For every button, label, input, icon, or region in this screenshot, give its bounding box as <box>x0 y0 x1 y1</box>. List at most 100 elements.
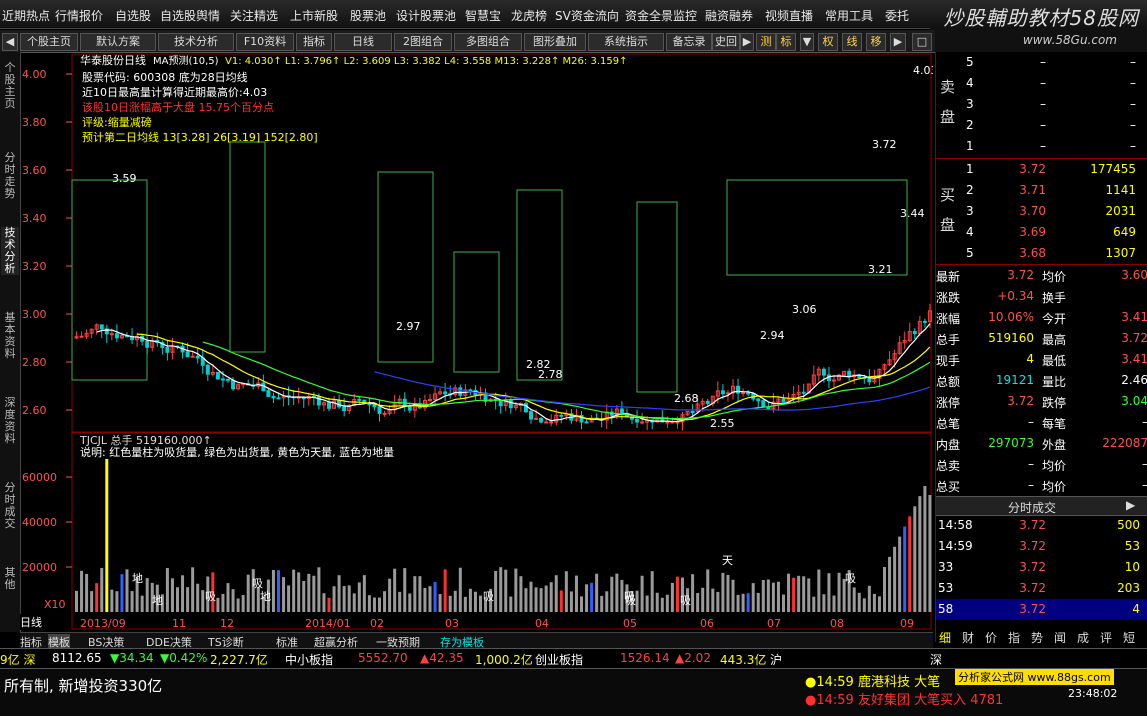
quote-row[interactable]: 总买 –均价– <box>936 475 1147 496</box>
quote-row[interactable]: 现手 4 最低 3.41 <box>936 349 1147 370</box>
toolbar-button[interactable]: 默认方案 <box>80 33 156 51</box>
buy-row[interactable]: 4 3.69 649 <box>936 222 1147 243</box>
menu-item[interactable]: 常用工具 <box>825 7 873 24</box>
quote-row[interactable]: 涨跌 +0.34 换手 <box>936 286 1147 307</box>
menu-item[interactable]: 资金全景监控 <box>625 7 697 24</box>
period-label[interactable]: 日线 <box>20 614 42 630</box>
window-icon[interactable]: □ <box>912 33 932 51</box>
tick-price: 3.72 <box>1019 602 1046 616</box>
menu-item[interactable]: 龙虎榜 <box>511 7 547 24</box>
quote-row[interactable]: 总额 19121 量比 2.46 <box>936 370 1147 391</box>
volume-bar <box>317 567 321 612</box>
toolbar-button[interactable]: F10资料 <box>236 33 294 51</box>
side-tab[interactable]: 分时走势 <box>1 152 19 200</box>
toolbar-button[interactable]: 指标 <box>296 33 332 51</box>
toolbar-button[interactable]: 标 <box>776 33 796 51</box>
menu-item[interactable]: SV资金流向 <box>555 7 619 24</box>
quote-row[interactable]: 总手 519160 最高 3.72 <box>936 328 1147 349</box>
menu-item[interactable]: 自选股 <box>115 7 151 24</box>
menu-item[interactable]: 融资融券 <box>705 7 753 24</box>
sell-row[interactable]: 2 – – <box>936 115 1147 136</box>
menu-item[interactable]: 视频直播 <box>765 7 813 24</box>
news-item[interactable]: ●14:59 友好集团 大笔买入 4781 <box>805 689 1003 708</box>
back-icon[interactable]: ◀ <box>2 33 18 51</box>
buy-row[interactable]: 3 3.70 2031 <box>936 201 1147 222</box>
volume-bar <box>463 596 467 612</box>
right-tab[interactable]: 成 <box>1077 629 1089 646</box>
quote-row[interactable]: 总笔 –每笔– <box>936 412 1147 433</box>
tick-row[interactable]: 14:58 3.72 500 <box>936 515 1147 536</box>
toolbar-button[interactable]: 线 <box>842 33 862 51</box>
tick-row[interactable]: 53 3.72 203 <box>936 578 1147 599</box>
right-tab[interactable]: 细 <box>939 629 951 646</box>
kline-chart[interactable]: 4.00 3.80 3.60 3.40 3.20 3.00 2.80 2.60 60000 400… <box>20 52 938 632</box>
volume: – <box>1130 118 1136 132</box>
y-tick-label: 3.60 <box>22 164 47 177</box>
quote-row[interactable]: 涨停 3.72 跌停 3.04 <box>936 391 1147 412</box>
sell-row[interactable]: 4 – – <box>936 73 1147 94</box>
tick-row[interactable]: 14:59 3.72 53 <box>936 536 1147 557</box>
toolbar-button[interactable]: 图形叠加 <box>524 33 586 51</box>
buy-row[interactable]: 5 3.68 1307 <box>936 243 1147 264</box>
right-tab[interactable]: 财 <box>962 629 974 646</box>
toolbar-button[interactable]: 技术分析 <box>158 33 234 51</box>
menu-item[interactable]: 设计股票池 <box>396 7 456 24</box>
sell-row[interactable]: 1 – – <box>936 136 1147 157</box>
right-tab[interactable]: 评 <box>1100 629 1112 646</box>
quote-row[interactable]: 最新 3.72 均价 3.60 <box>936 265 1147 286</box>
menu-item[interactable]: 智慧宝 <box>465 7 501 24</box>
side-tab[interactable]: 基本资料 <box>1 312 19 360</box>
right-tab[interactable]: 指 <box>1008 629 1020 646</box>
quote-row[interactable]: 内盘 297073 外盘 222087 <box>936 433 1147 454</box>
news-scroll[interactable]: 所有制, 新增投资330亿 <box>4 675 162 696</box>
candle-body <box>508 399 513 409</box>
menu-item[interactable]: 近期热点 <box>2 7 50 24</box>
tick-row[interactable]: 33 3.72 10 <box>936 557 1147 578</box>
buy-row[interactable]: 1 3.72 177455 <box>936 159 1147 180</box>
menu-item[interactable]: 股票池 <box>350 7 386 24</box>
right-tab[interactable]: 势 <box>1031 629 1043 646</box>
quote-row[interactable]: 涨幅 10.06% 今开 3.41 <box>936 307 1147 328</box>
toolbar-button[interactable]: 日线 <box>334 33 392 51</box>
side-tab[interactable]: 其他 <box>1 567 19 591</box>
toolbar-button[interactable]: 多图组合 <box>454 33 522 51</box>
volume-bar <box>812 596 816 612</box>
volume: 1307 <box>1105 246 1136 260</box>
menu-item[interactable]: 关注精选 <box>230 7 278 24</box>
buy-row[interactable]: 2 3.71 1141 <box>936 180 1147 201</box>
volume-bar <box>231 589 235 612</box>
promo-banner[interactable]: 分析家公式网 www.88gs.com <box>955 669 1114 685</box>
price-annotation: 2.78 <box>538 368 563 381</box>
menu-item[interactable]: 上市新股 <box>290 7 338 24</box>
toolbar-button[interactable]: 个股主页 <box>20 33 78 51</box>
volume-bar <box>433 581 437 612</box>
toolbar-button[interactable]: 2图组合 <box>394 33 452 51</box>
side-tab[interactable]: 个股主页 <box>1 62 19 110</box>
right-tab[interactable]: 闻 <box>1054 629 1066 646</box>
news-item[interactable]: ●14:59 鹿港科技 大笔 <box>805 671 940 690</box>
right-tab[interactable]: 短 <box>1123 629 1135 646</box>
toolbar-button[interactable]: 移 <box>866 33 886 51</box>
menu-item[interactable]: 自选股舆情 <box>160 7 220 24</box>
toolbar-button[interactable]: 系统指示 <box>588 33 664 51</box>
tick-row[interactable]: 58 3.72 4 <box>936 599 1147 620</box>
toolbar-button[interactable]: 备忘录 <box>666 33 712 51</box>
more-icon[interactable]: ▶ <box>890 33 906 51</box>
expand-icon[interactable]: ▶ <box>1126 498 1135 512</box>
right-tab[interactable]: 价 <box>985 629 997 646</box>
candle-body <box>498 399 503 407</box>
side-tab[interactable]: 分时成交 <box>1 482 19 530</box>
menu-item[interactable]: 行情报价 <box>55 7 103 24</box>
stat-value: 3.41 <box>1121 310 1147 324</box>
side-tab[interactable]: 深度资料 <box>1 397 19 445</box>
toolbar-button[interactable]: 测 <box>756 33 776 51</box>
sell-row[interactable]: 3 – – <box>936 94 1147 115</box>
dropdown-icon[interactable]: ▼ <box>800 33 814 51</box>
scroll-right-icon[interactable]: ▶ <box>740 33 754 51</box>
quote-row[interactable]: 总卖 –均价– <box>936 454 1147 475</box>
toolbar-button[interactable]: 史回 <box>712 33 740 51</box>
menu-item[interactable]: 委托 <box>885 7 909 24</box>
toolbar-button[interactable]: 权 <box>818 33 838 51</box>
sell-row[interactable]: 5 – – <box>936 52 1147 73</box>
side-tab-active[interactable]: 技术分析 <box>1 227 19 275</box>
